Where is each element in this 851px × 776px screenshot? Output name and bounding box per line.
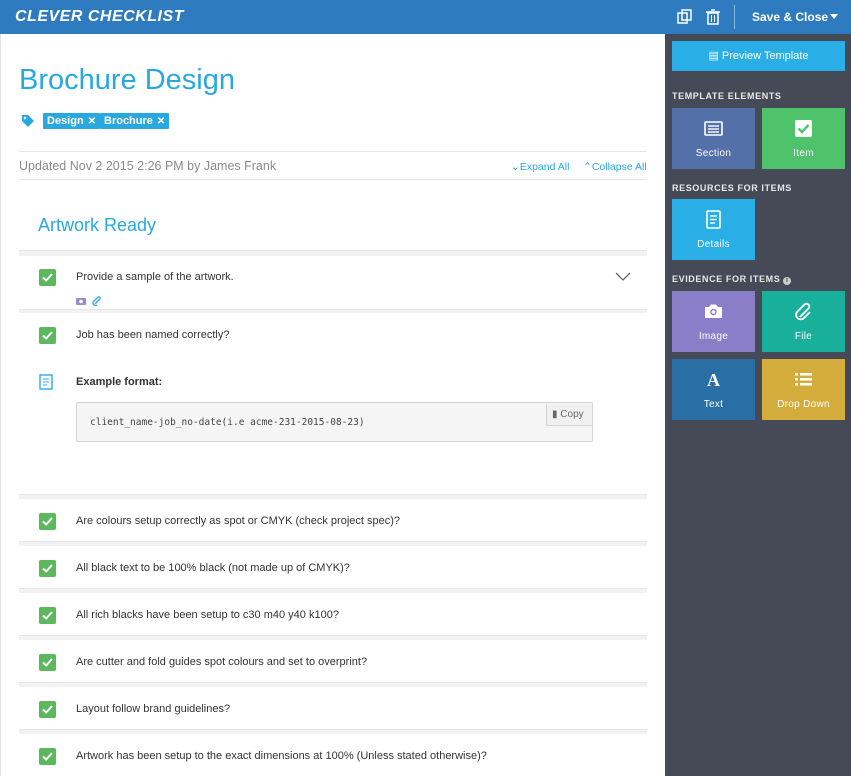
item-label[interactable]: Artwork has been setup to the exact dime… — [76, 750, 487, 762]
remove-tag-icon[interactable]: ✕ — [157, 116, 165, 127]
tag-label: Design — [47, 115, 84, 127]
dropdown-tile[interactable]: Drop Down — [762, 359, 845, 420]
main-content: Brochure Design Design ✕ Brochure ✕ Update… — [0, 34, 665, 776]
text-tile-label: Text — [703, 399, 724, 410]
section-title[interactable]: Artwork Ready — [38, 215, 156, 236]
collapse-all-link[interactable]: ⌃Collapse All — [583, 161, 647, 173]
item-label[interactable]: Are colours setup correctly as spot or C… — [76, 515, 400, 527]
copy-label: Copy — [560, 409, 584, 420]
checkbox-checked-icon[interactable] — [39, 513, 56, 530]
camera-icon — [76, 298, 86, 305]
text-icon: A — [707, 370, 720, 389]
details-document-icon — [39, 374, 53, 390]
item-label[interactable]: Job has been named correctly? — [76, 329, 229, 341]
section-tile-label: Section — [695, 148, 732, 159]
dropdown-tile-label: Drop Down — [777, 399, 830, 410]
updated-info: Updated Nov 2 2015 2:26 PM by James Fran… — [19, 159, 277, 173]
file-tile[interactable]: File — [762, 291, 845, 352]
item-label[interactable]: Layout follow brand guidelines? — [76, 703, 230, 715]
preview-template-button[interactable]: ▤ Preview Template — [672, 41, 845, 71]
top-bar: CLEVER CHECKLIST Save & Close — [0, 0, 851, 34]
expand-all-link[interactable]: ⌄Expand All — [511, 161, 569, 173]
checklist-item[interactable]: All rich blacks have been setup to c30 m… — [19, 593, 647, 636]
code-block: client_name-job_no-date(i.e acme-231-201… — [76, 402, 593, 442]
item-label[interactable]: All black text to be 100% black (not mad… — [76, 562, 350, 574]
tag-brochure[interactable]: Brochure ✕ — [100, 113, 170, 129]
item-label[interactable]: Provide a sample of the artwork. — [76, 271, 234, 283]
checkbox-checked-icon[interactable] — [39, 607, 56, 624]
remove-tag-icon[interactable]: ✕ — [88, 116, 96, 127]
duplicate-icon[interactable] — [676, 8, 694, 26]
evidence-heading: EVIDENCE FOR ITEMS i — [672, 274, 792, 285]
section-icon — [704, 121, 723, 136]
checkbox-checked-icon[interactable] — [39, 269, 56, 286]
svg-text:A: A — [707, 370, 720, 389]
checklist-item[interactable]: All black text to be 100% black (not mad… — [19, 546, 647, 589]
save-close-button[interactable]: Save & Close — [752, 10, 828, 24]
checklist-item[interactable]: Are cutter and fold guides spot colours … — [19, 640, 647, 683]
trash-icon[interactable] — [704, 8, 722, 26]
evidence-heading-label: EVIDENCE FOR ITEMS — [672, 274, 781, 284]
checklist-item[interactable]: Are colours setup correctly as spot or C… — [19, 499, 647, 542]
toolbar-divider — [734, 5, 735, 29]
checklist-item[interactable]: Layout follow brand guidelines? — [19, 687, 647, 730]
resources-heading: RESOURCES FOR ITEMS — [672, 183, 792, 193]
code-text: client_name-job_no-date(i.e acme-231-201… — [90, 417, 365, 428]
details-label: Example format: — [76, 376, 163, 388]
item-label[interactable]: All rich blacks have been setup to c30 m… — [76, 609, 339, 621]
checkbox-checked-icon[interactable] — [39, 327, 56, 344]
checklist-item-expanded[interactable]: Job has been named correctly? Example fo… — [19, 313, 647, 495]
details-icon — [706, 210, 721, 229]
divider — [19, 151, 647, 152]
list-icon — [795, 373, 812, 386]
preview-template-label: Preview Template — [721, 50, 809, 62]
copy-button[interactable]: ▮ Copy — [546, 404, 592, 426]
collapse-all-label: Collapse All — [591, 161, 647, 173]
paperclip-icon — [92, 296, 101, 306]
app-logo: CLEVER CHECKLIST — [15, 8, 184, 25]
checkbox-icon — [795, 120, 812, 137]
save-options-caret-icon[interactable] — [830, 14, 838, 19]
camera-icon — [705, 304, 722, 318]
expand-all-label: Expand All — [519, 161, 570, 173]
checkbox-checked-icon[interactable] — [39, 560, 56, 577]
details-tile-label: Details — [697, 239, 730, 250]
section-card[interactable]: Artwork Ready — [19, 195, 647, 251]
image-tile[interactable]: Image — [672, 291, 755, 352]
document-icon: ▤ — [708, 50, 719, 62]
chevron-down-icon: ⌄ — [511, 161, 520, 173]
item-tile[interactable]: Item — [762, 108, 845, 169]
section-tile[interactable]: Section — [672, 108, 755, 169]
sidebar: ▤ Preview Template TEMPLATE ELEMENTS Sec… — [665, 34, 851, 776]
file-tile-label: File — [794, 331, 813, 342]
checklist-item[interactable]: Provide a sample of the artwork. — [19, 256, 647, 310]
info-icon[interactable]: i — [783, 277, 792, 285]
page-title[interactable]: Brochure Design — [19, 64, 235, 97]
checklist-item[interactable]: Artwork has been setup to the exact dime… — [19, 734, 647, 776]
checkbox-checked-icon[interactable] — [39, 748, 56, 765]
chevron-up-icon: ⌃ — [583, 161, 592, 173]
text-tile[interactable]: A Text — [672, 359, 755, 420]
chevron-down-icon[interactable] — [615, 269, 631, 285]
image-tile-label: Image — [698, 331, 729, 342]
clipboard-icon: ▮ — [552, 409, 558, 420]
details-tile[interactable]: Details — [672, 199, 755, 260]
template-elements-heading: TEMPLATE ELEMENTS — [672, 91, 782, 101]
divider — [19, 179, 647, 180]
tag-design[interactable]: Design ✕ — [43, 113, 101, 129]
paperclip-icon — [795, 302, 811, 321]
checkbox-checked-icon[interactable] — [39, 701, 56, 718]
tag-icon — [22, 115, 34, 127]
tag-label: Brochure — [104, 115, 153, 127]
item-tile-label: Item — [793, 148, 814, 159]
checkbox-checked-icon[interactable] — [39, 654, 56, 671]
item-label[interactable]: Are cutter and fold guides spot colours … — [76, 656, 367, 668]
